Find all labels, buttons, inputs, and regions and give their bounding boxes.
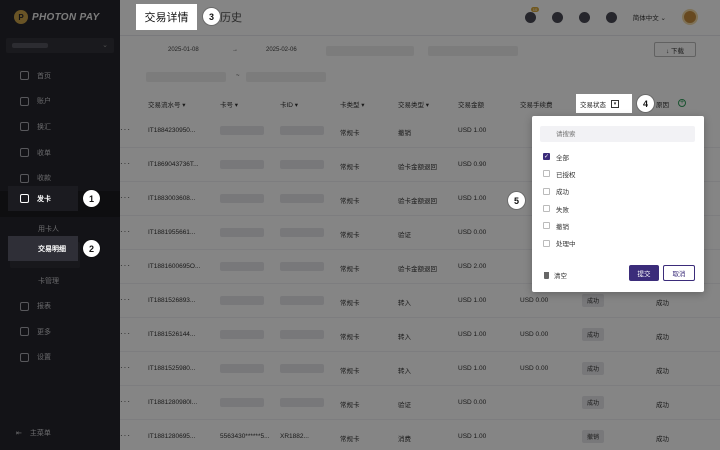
step-marker-4: 4 [637,95,654,112]
submit-button[interactable]: 提交 [629,265,659,281]
checkbox[interactable] [543,222,550,230]
clear-label: 清空 [554,273,567,280]
checkbox[interactable] [543,170,550,178]
status-option-authorized[interactable]: 已授权 [543,165,576,182]
highlight-page-title[interactable]: 交易详情 [136,4,197,30]
card-icon [20,194,29,203]
sidebar-item-label: 发卡 [37,195,51,203]
status-filter-dropdown: ✓ 全部 已授权 成功 失败 撤销 处理中 清空 提交 取消 [532,116,704,292]
option-label: 全部 [556,154,569,162]
clear-button[interactable]: 清空 [544,270,567,280]
status-option-list: ✓ 全部 已授权 成功 失败 撤销 处理中 [543,148,576,252]
step-marker-1: 1 [83,190,100,207]
status-option-all[interactable]: ✓ 全部 [543,148,576,165]
highlight-sidebar-issuing[interactable]: 发卡 [8,186,78,211]
checkbox[interactable] [543,187,550,195]
option-label: 已授权 [556,171,576,179]
status-option-processing[interactable]: 处理中 [543,234,576,251]
trash-icon [544,271,549,279]
checkbox[interactable] [543,205,550,213]
step-marker-5: 5 [508,192,525,209]
step-marker-2: 2 [83,240,100,257]
option-label: 处理中 [556,241,576,249]
option-label: 成功 [556,189,569,197]
status-search-input[interactable] [540,126,695,142]
highlight-sidebar-transactions[interactable]: 交易明细 [8,236,78,261]
filter-dropdown-icon[interactable]: ▾ [611,99,619,108]
option-label: 失败 [556,206,569,214]
status-option-success[interactable]: 成功 [543,183,576,200]
checkbox[interactable] [543,239,550,247]
option-label: 撤销 [556,223,569,231]
status-option-reversed[interactable]: 撤销 [543,217,576,234]
status-option-failed[interactable]: 失败 [543,200,576,217]
checkbox-checked[interactable]: ✓ [543,153,550,161]
status-column-header[interactable]: 交易状态 ▾ [576,94,632,113]
cancel-button[interactable]: 取消 [663,265,695,281]
status-header-label: 交易状态 [580,101,606,109]
step-marker-3: 3 [203,8,220,25]
